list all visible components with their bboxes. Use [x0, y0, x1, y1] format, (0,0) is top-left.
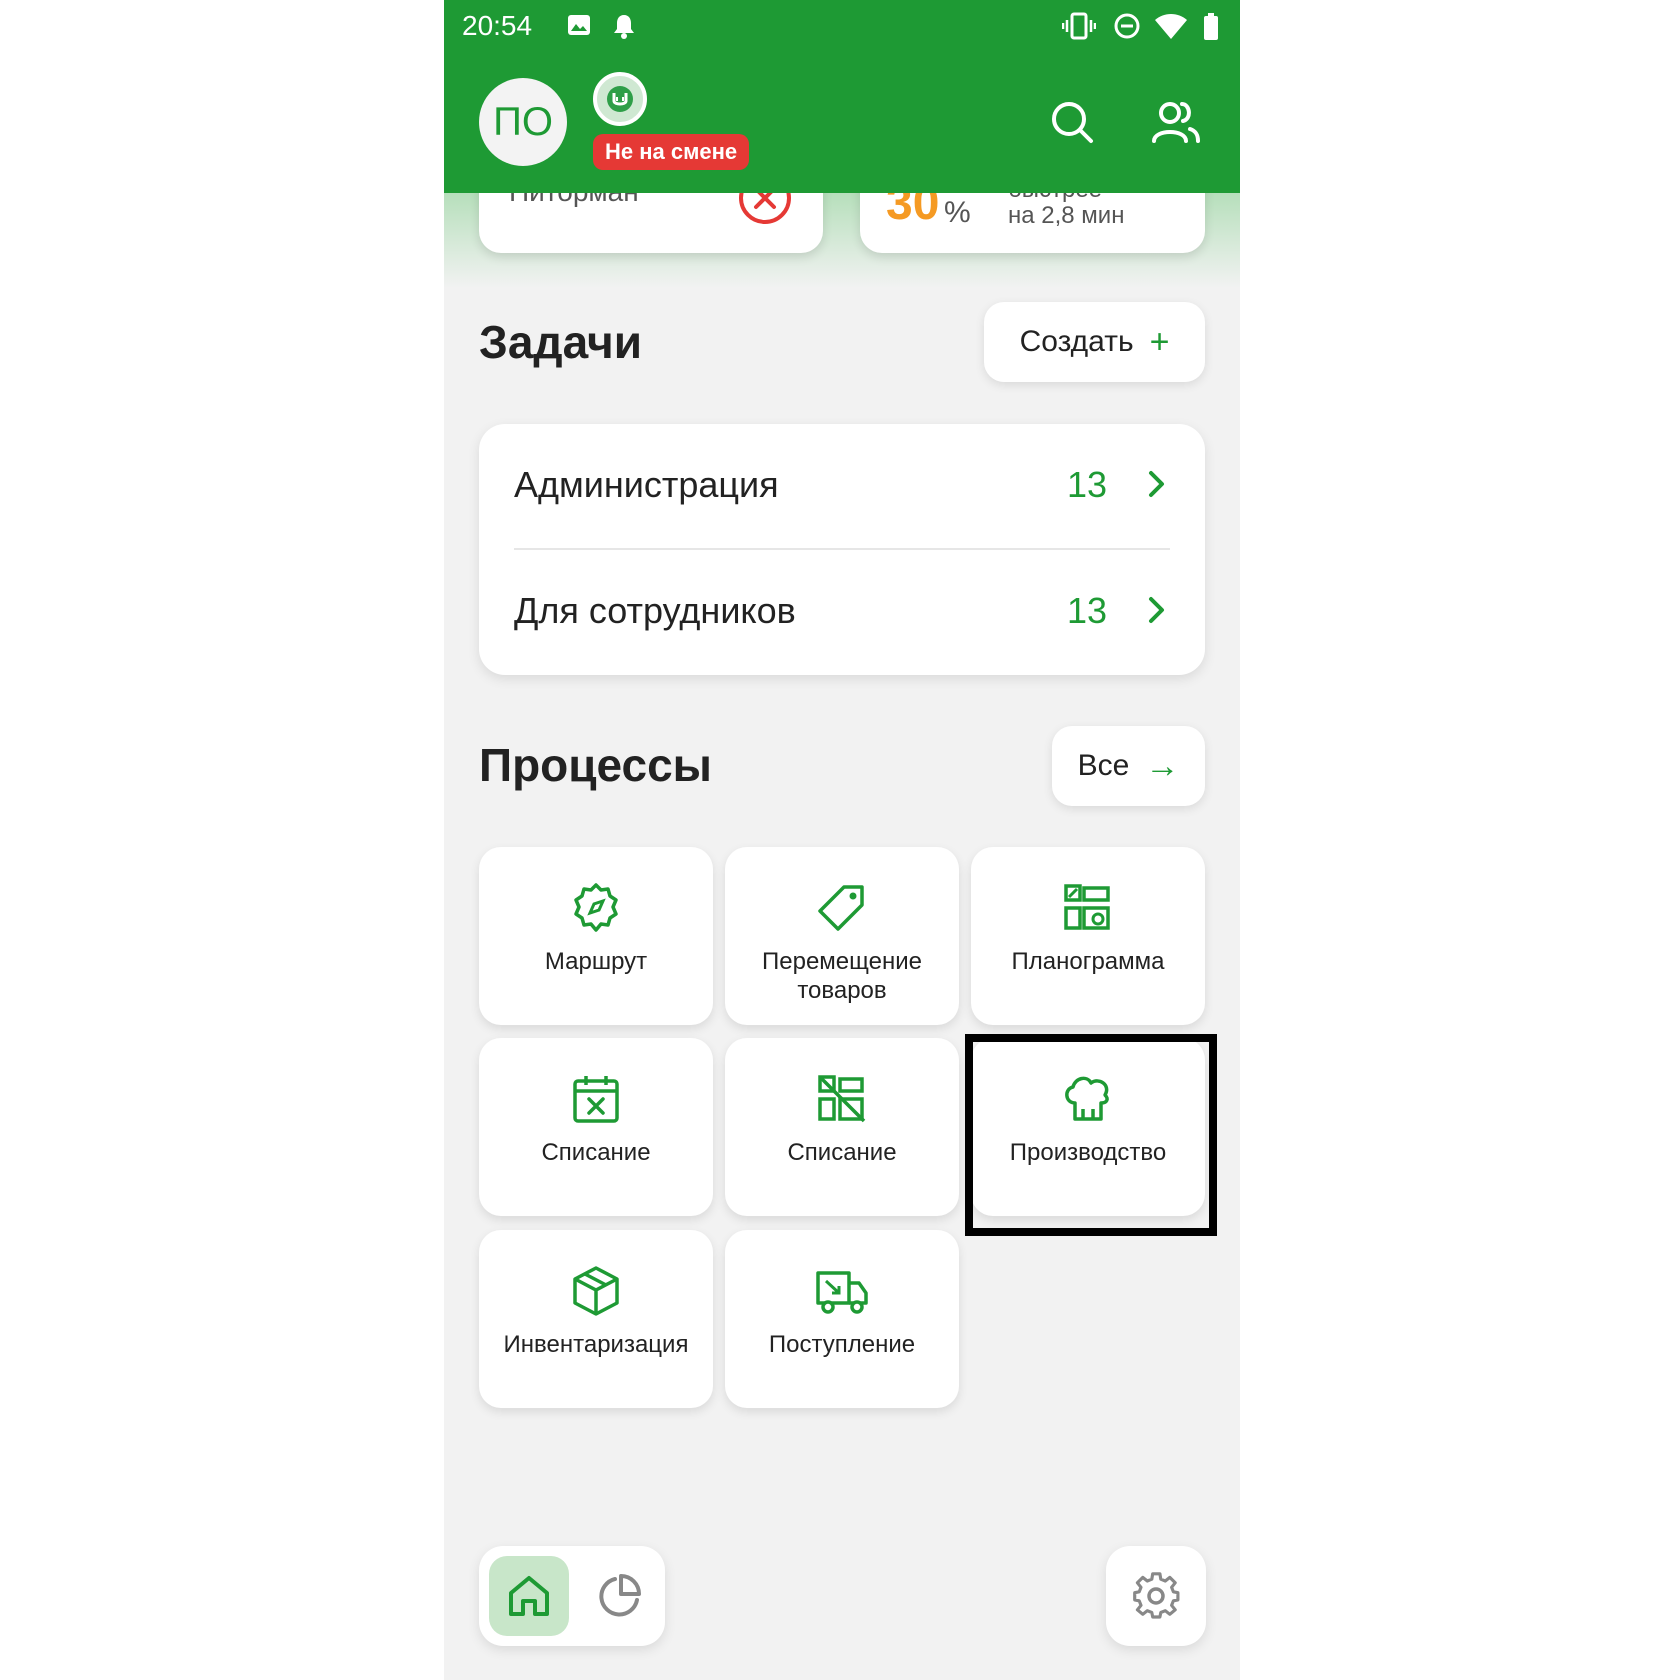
tasks-card: Администрация 13 Для сотрудников 13	[479, 424, 1205, 675]
process-tile-inventory[interactable]: Инвентаризация	[479, 1230, 713, 1408]
box-icon	[570, 1266, 622, 1316]
process-tile-receiving[interactable]: Поступление	[725, 1230, 959, 1408]
all-label: Все	[1077, 749, 1130, 782]
avatar[interactable]: ПО	[479, 78, 567, 166]
processes-title: Процессы	[479, 739, 712, 791]
shift-status-badge[interactable]: Не на смене	[593, 134, 750, 170]
alarm-icon	[610, 12, 638, 45]
route-icon	[570, 883, 622, 933]
process-tile-label-line1: Перемещение	[762, 948, 922, 975]
app-header: 20:54 ПО Не на смене	[444, 0, 1240, 193]
search-button[interactable]	[1046, 96, 1098, 148]
nav-stats-button[interactable]	[579, 1556, 659, 1636]
shift-status-icon[interactable]	[593, 72, 647, 126]
app-screen: 20:54 ПО Не на смене 30 % на 2,8 мин Зад…	[444, 0, 1240, 1680]
task-row-count: 13	[1066, 590, 1107, 631]
do-not-disturb-icon	[1113, 12, 1141, 45]
task-row-count: 13	[1066, 464, 1107, 505]
calendar-x-icon	[570, 1074, 622, 1124]
task-row-label: Для сотрудников	[514, 590, 796, 631]
battery-icon	[1202, 12, 1220, 47]
truck-icon	[815, 1266, 869, 1316]
process-tile-writeoff-date[interactable]: Списание	[479, 1038, 713, 1216]
process-tile-label: Списание	[541, 1139, 651, 1166]
process-tile-label: Маршрут	[544, 948, 648, 975]
chevron-right-icon	[1147, 596, 1167, 629]
settings-button[interactable]	[1106, 1546, 1206, 1646]
highlight-frame	[965, 1034, 1217, 1236]
task-row-label: Администрация	[514, 464, 779, 505]
task-row-employees[interactable]: Для сотрудников 13	[479, 550, 1205, 675]
tag-icon	[816, 883, 868, 933]
process-tile-label: Поступление	[768, 1331, 916, 1358]
image-icon	[566, 12, 592, 43]
chevron-right-icon	[1147, 470, 1167, 503]
peek-label-bottom: на 2,8 мин	[1008, 202, 1125, 229]
process-tile-label-line2: товаров	[797, 977, 887, 1004]
process-tile-planogram[interactable]: Планограмма	[971, 847, 1205, 1025]
planogram-icon	[1062, 883, 1114, 933]
wifi-icon	[1154, 12, 1188, 45]
arrow-right-icon: →	[1145, 747, 1180, 785]
process-tile-writeoff-goods[interactable]: Списание	[725, 1038, 959, 1216]
process-tile-label: Планограмма	[1011, 948, 1165, 975]
gear-icon	[1133, 1572, 1180, 1619]
all-processes-button[interactable]: Все →	[1052, 726, 1205, 806]
tasks-title: Задачи	[479, 316, 643, 368]
users-icon	[1152, 102, 1200, 143]
pie-chart-icon	[599, 1574, 641, 1617]
vibrate-icon	[1061, 12, 1097, 45]
create-task-button[interactable]: Создать +	[984, 302, 1205, 382]
process-tile-label: Списание	[787, 1139, 897, 1166]
process-tile-label: Инвентаризация	[503, 1331, 689, 1358]
search-icon	[1052, 102, 1093, 143]
process-tile-label: Перемещение товаров	[762, 947, 922, 1005]
nav-home-button[interactable]	[489, 1556, 569, 1636]
home-icon	[509, 1576, 549, 1616]
team-button[interactable]	[1150, 96, 1202, 148]
status-time: 20:54	[462, 10, 533, 41]
process-tile-goods-transfer[interactable]: Перемещение товаров	[725, 847, 959, 1025]
peek-percent-sign: %	[944, 196, 971, 229]
create-label: Создать	[1019, 325, 1134, 358]
process-tile-route[interactable]: Маршрут	[479, 847, 713, 1025]
task-row-administration[interactable]: Администрация 13	[479, 424, 1205, 550]
bottom-nav	[479, 1546, 665, 1646]
plus-icon: +	[1149, 323, 1170, 361]
writeoff-grid-icon	[816, 1074, 868, 1124]
